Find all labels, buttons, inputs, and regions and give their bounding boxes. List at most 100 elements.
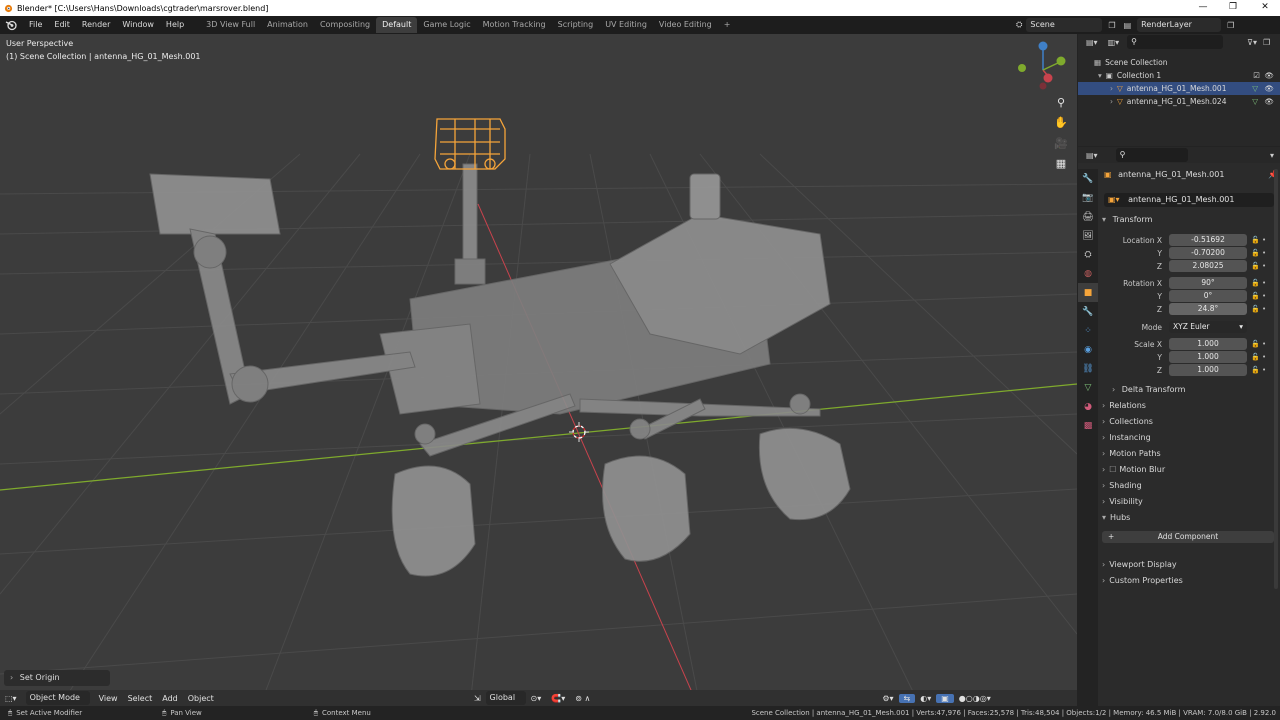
material-tab-icon[interactable]: ◕ <box>1078 397 1098 416</box>
eye-icon[interactable]: 👁 <box>1264 82 1274 95</box>
location-z-field[interactable]: 2.08025 <box>1169 260 1247 272</box>
3d-viewport[interactable]: User Perspective (1) Scene Collection | … <box>0 34 1077 706</box>
rotation-mode-dropdown[interactable]: XYZ Euler ▾ <box>1169 321 1247 333</box>
display-mode-icon[interactable]: ▥▾ <box>1108 38 1120 47</box>
outliner-search-input[interactable]: ⚲ <box>1127 35 1224 49</box>
properties-search-input[interactable]: ⚲ <box>1115 148 1188 162</box>
modifier-tab-icon[interactable]: 🔧 <box>1078 302 1098 321</box>
workspace-tab-uv-editing[interactable]: UV Editing <box>599 17 653 33</box>
lock-icon[interactable]: 🔓 • <box>1251 340 1266 348</box>
panel-collections[interactable]: › Collections <box>1102 414 1278 430</box>
tool-tab-icon[interactable]: 🔧 <box>1078 169 1098 188</box>
output-tab-icon[interactable]: 🖨 <box>1078 207 1098 226</box>
workspace-tab-compositing[interactable]: Compositing <box>314 17 376 33</box>
scene-tab-icon[interactable]: ⛭ <box>1078 245 1098 264</box>
view-layer-tab-icon[interactable]: 🖼 <box>1078 226 1098 245</box>
location-x-field[interactable]: -0.51692 <box>1169 234 1247 246</box>
mesh-data-icon[interactable]: ▽ <box>1252 82 1258 95</box>
workspace-tab-game-logic[interactable]: Game Logic <box>417 17 476 33</box>
minimize-button[interactable]: — <box>1188 0 1218 16</box>
outliner-row-object[interactable]: › ▽ antenna_HG_01_Mesh.024 ▽ 👁 <box>1078 95 1280 108</box>
blender-menu-icon[interactable] <box>4 18 20 32</box>
object-tab-icon[interactable]: ■ <box>1078 283 1098 302</box>
shading-solid-icon[interactable]: ●○◑◎▾ <box>954 694 996 703</box>
add-workspace-button[interactable]: + <box>718 17 737 33</box>
rotation-x-field[interactable]: 90° <box>1169 277 1247 289</box>
orientation-selector[interactable]: Global <box>485 691 526 705</box>
constraints-tab-icon[interactable]: ⛓ <box>1078 359 1098 378</box>
texture-tab-icon[interactable]: ▩ <box>1078 416 1098 435</box>
lock-icon[interactable]: 🔓 • <box>1251 262 1266 270</box>
panel-instancing[interactable]: › Instancing <box>1102 430 1278 446</box>
new-scene-icon[interactable]: ❐ <box>1108 21 1115 30</box>
location-y-field[interactable]: -0.70200 <box>1169 247 1247 259</box>
scale-z-field[interactable]: 1.000 <box>1169 364 1247 376</box>
workspace-tab-scripting[interactable]: Scripting <box>552 17 600 33</box>
restore-button[interactable]: ❐ <box>1218 0 1248 16</box>
menu-window[interactable]: Window <box>116 16 160 34</box>
camera-view-icon[interactable]: 🎥 <box>1051 133 1071 153</box>
lock-icon[interactable]: 🔓 • <box>1251 305 1266 313</box>
menu-edit[interactable]: Edit <box>48 16 76 34</box>
workspace-tab-3d-view-full[interactable]: 3D View Full <box>200 17 261 33</box>
expand-arrow-icon[interactable]: › <box>1110 95 1113 108</box>
particles-tab-icon[interactable]: ⁘ <box>1078 321 1098 340</box>
outliner-editor-icon[interactable]: ▤▾ <box>1086 38 1098 47</box>
view-layer-icon[interactable]: ▤ <box>1124 21 1132 30</box>
menu-add[interactable]: Add <box>157 694 183 703</box>
panel-shading[interactable]: › Shading <box>1102 478 1278 494</box>
filter-icon[interactable]: ⊽▾ <box>1247 38 1257 47</box>
lock-icon[interactable]: 🔓 • <box>1251 292 1266 300</box>
last-operator-panel[interactable]: › Set Origin <box>4 670 110 686</box>
exclude-checkbox[interactable]: ☑ <box>1253 69 1260 82</box>
rotation-z-field[interactable]: 24.8° <box>1169 303 1247 315</box>
outliner-row-collection[interactable]: ▾ ▣ Collection 1 ☑ 👁 <box>1078 69 1280 82</box>
pivot-point-icon[interactable]: ⊙▾ <box>526 694 547 703</box>
scene-selector[interactable]: Scene <box>1026 18 1103 32</box>
scene-icon[interactable]: ⛭ <box>1016 20 1022 30</box>
proportional-edit-icon[interactable]: ⊚ ∧ <box>570 694 595 703</box>
snap-icon[interactable]: 🧲▾ <box>546 694 570 703</box>
properties-editor-icon[interactable]: ▤▾ <box>1086 151 1098 160</box>
gizmo-toggle-icon[interactable]: ⇆ <box>898 693 916 703</box>
new-layer-icon[interactable]: ❐ <box>1227 21 1234 30</box>
outliner-row-scene-collection[interactable]: ▦ Scene Collection <box>1078 56 1280 69</box>
pan-hand-icon[interactable]: ✋ <box>1051 112 1071 132</box>
mode-selector[interactable]: Object Mode <box>25 691 90 705</box>
menu-file[interactable]: File <box>23 16 48 34</box>
outliner-row-object[interactable]: › ▽ antenna_HG_01_Mesh.001 ▽ 👁 <box>1078 82 1280 95</box>
lock-icon[interactable]: 🔓 • <box>1251 279 1266 287</box>
new-collection-icon[interactable]: ❐ <box>1263 38 1270 47</box>
lock-icon[interactable]: 🔓 • <box>1251 236 1266 244</box>
render-tab-icon[interactable]: 📷 <box>1078 188 1098 207</box>
panel-viewport-display[interactable]: › Viewport Display <box>1102 557 1278 573</box>
xray-icon[interactable]: ▣ <box>936 693 954 703</box>
panel-hubs[interactable]: ▾ Hubs <box>1102 510 1278 526</box>
panel-custom-properties[interactable]: › Custom Properties <box>1102 573 1278 589</box>
menu-object[interactable]: Object <box>183 694 219 703</box>
rotation-y-field[interactable]: 0° <box>1169 290 1247 302</box>
workspace-tab-animation[interactable]: Animation <box>261 17 314 33</box>
panel-motion-blur[interactable]: › ☐ Motion Blur <box>1102 462 1278 478</box>
properties-scrollbar[interactable] <box>1274 169 1278 589</box>
add-component-button[interactable]: + Add Component <box>1102 531 1274 543</box>
physics-tab-icon[interactable]: ◉ <box>1078 340 1098 359</box>
menu-select[interactable]: Select <box>123 694 158 703</box>
lock-icon[interactable]: 🔓 • <box>1251 366 1266 374</box>
workspace-tab-video-editing[interactable]: Video Editing <box>653 17 718 33</box>
editor-type-icon[interactable]: ⬚▾ <box>0 694 22 703</box>
expand-arrow-icon[interactable]: › <box>1110 82 1113 95</box>
render-layer-selector[interactable]: RenderLayer <box>1137 18 1222 32</box>
overlays-icon[interactable]: ◐▾ <box>915 694 936 703</box>
menu-view[interactable]: View <box>94 694 123 703</box>
workspace-tab-default[interactable]: Default <box>376 17 418 33</box>
visibility-icon[interactable]: ⚙▾ <box>877 694 898 703</box>
world-tab-icon[interactable]: ◍ <box>1078 264 1098 283</box>
scale-x-field[interactable]: 1.000 <box>1169 338 1247 350</box>
scale-y-field[interactable]: 1.000 <box>1169 351 1247 363</box>
data-tab-icon[interactable]: ▽ <box>1078 378 1098 397</box>
lock-icon[interactable]: 🔓 • <box>1251 249 1266 257</box>
eye-icon[interactable]: 👁 <box>1264 95 1274 108</box>
object-name-field[interactable]: ▣▾ antenna_HG_01_Mesh.001 <box>1104 193 1274 207</box>
options-chevron-icon[interactable]: ▾ <box>1270 151 1274 160</box>
